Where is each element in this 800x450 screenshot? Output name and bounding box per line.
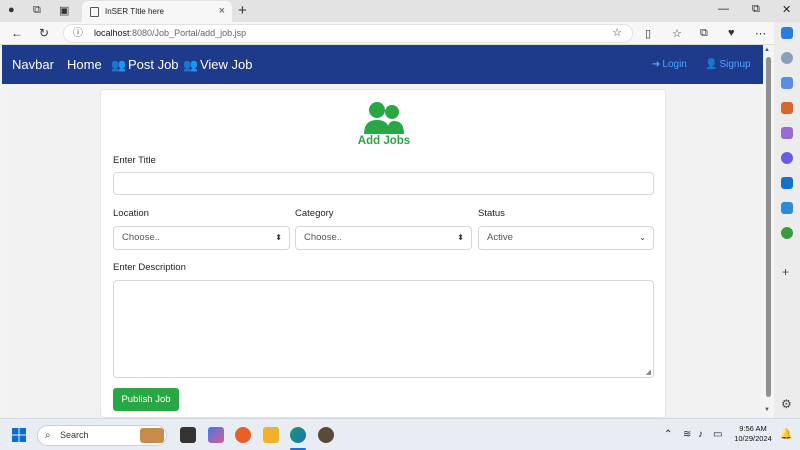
sort-arrows-icon: ⬍ bbox=[457, 233, 464, 242]
nav-view-job[interactable]: 👥 View Job bbox=[183, 57, 252, 72]
tree-icon[interactable] bbox=[781, 227, 793, 239]
task-view-icon[interactable] bbox=[180, 427, 196, 443]
volume-icon[interactable]: ♪ bbox=[698, 429, 703, 440]
clock-time: 9:56 AM bbox=[739, 424, 767, 433]
sign-in-icon: ➜ bbox=[652, 59, 661, 70]
settings-more-icon[interactable]: ⋯ bbox=[755, 27, 766, 40]
windows-taskbar: ⌕ Search ⌃ ≋ ♪ ▭ 9:56 AM 10/29/2024 🔔 bbox=[0, 418, 800, 450]
browser-tab[interactable]: InSER TItle here × bbox=[82, 1, 232, 22]
nav-login-label: Login bbox=[662, 59, 687, 70]
scroll-thumb[interactable] bbox=[766, 57, 771, 397]
shopping-icon[interactable] bbox=[781, 77, 793, 89]
tab-title: InSER TItle here bbox=[105, 7, 164, 16]
games-icon[interactable] bbox=[781, 127, 793, 139]
restore-icon[interactable]: ⧉ bbox=[752, 3, 760, 16]
add-job-card: Add Jobs Enter Title Location Choose.. ⬍… bbox=[100, 89, 666, 418]
status-select[interactable]: Active ⌄ bbox=[478, 226, 654, 250]
status-select-value: Active bbox=[487, 232, 513, 243]
show-hidden-icons-icon[interactable]: ⌃ bbox=[664, 429, 672, 440]
description-label: Enter Description bbox=[113, 262, 186, 273]
firefox-icon[interactable] bbox=[235, 427, 251, 443]
copilot-icon[interactable] bbox=[781, 27, 793, 39]
category-label: Category bbox=[295, 208, 334, 219]
location-label: Location bbox=[113, 208, 149, 219]
title-label: Enter Title bbox=[113, 155, 156, 166]
location-select[interactable]: Choose.. ⬍ bbox=[113, 226, 290, 250]
category-select[interactable]: Choose.. ⬍ bbox=[295, 226, 472, 250]
tab-close-icon[interactable]: × bbox=[219, 5, 225, 17]
status-label: Status bbox=[478, 208, 505, 219]
file-explorer-icon[interactable] bbox=[263, 427, 279, 443]
taskbar-search[interactable]: ⌕ Search bbox=[37, 425, 167, 446]
site-navbar: Navbar Home 👥 Post Job 👥 View Job ➜ Logi… bbox=[2, 45, 763, 84]
add-sidebar-icon[interactable]: + bbox=[782, 265, 789, 279]
clock-date: 10/29/2024 bbox=[734, 434, 772, 443]
edge-sidebar: + ⚙ bbox=[774, 22, 800, 418]
new-tab-icon[interactable]: + bbox=[238, 2, 247, 19]
nav-post-job[interactable]: 👥 Post Job bbox=[111, 57, 179, 72]
copilot-taskbar-icon[interactable] bbox=[208, 427, 224, 443]
nav-home[interactable]: Home bbox=[67, 57, 102, 72]
resize-grip-icon[interactable]: ◢ bbox=[646, 368, 651, 376]
title-input[interactable] bbox=[113, 172, 654, 195]
chevron-down-icon: ⌄ bbox=[639, 233, 646, 242]
wifi-icon[interactable]: ≋ bbox=[683, 429, 691, 440]
nav-login[interactable]: ➜ Login bbox=[652, 59, 687, 70]
description-textarea[interactable]: ◢ bbox=[113, 280, 654, 378]
refresh-icon[interactable]: ↻ bbox=[39, 26, 49, 40]
page-scrollbar[interactable]: ▲ ▼ bbox=[763, 45, 774, 418]
url-path: :8080/Job_Portal/add_job.jsp bbox=[129, 28, 247, 38]
scroll-up-icon[interactable]: ▲ bbox=[764, 47, 770, 53]
profile-icon[interactable]: ● bbox=[8, 4, 15, 16]
search-icon: ⌕ bbox=[45, 430, 51, 441]
taskbar-clock[interactable]: 9:56 AM 10/29/2024 bbox=[727, 424, 779, 444]
navbar-brand[interactable]: Navbar bbox=[12, 57, 54, 72]
minimize-icon[interactable]: — bbox=[718, 3, 729, 15]
back-icon[interactable]: ← bbox=[11, 26, 23, 40]
url-field[interactable]: ⓘ localhost:8080/Job_Portal/add_job.jsp … bbox=[63, 24, 633, 43]
sort-arrows-icon: ⬍ bbox=[275, 233, 282, 242]
tools-icon[interactable] bbox=[781, 102, 793, 114]
tab-actions-icon[interactable]: ▣ bbox=[59, 4, 69, 17]
user-icon: 👥 bbox=[111, 57, 126, 72]
nav-signup-label: Signup bbox=[719, 59, 751, 70]
site-info-icon[interactable]: ⓘ bbox=[73, 25, 83, 42]
battery-icon[interactable]: ▭ bbox=[713, 429, 722, 440]
nav-signup[interactable]: 👤 Signup bbox=[705, 59, 751, 70]
page-favicon-icon bbox=[90, 6, 99, 17]
notifications-icon[interactable]: 🔔 bbox=[780, 429, 792, 440]
browser-essentials-icon[interactable]: ♥ bbox=[728, 27, 735, 39]
collections-icon[interactable]: ⧉ bbox=[700, 27, 708, 40]
edge-icon[interactable] bbox=[290, 427, 306, 443]
favorite-star-icon[interactable]: ☆ bbox=[612, 25, 622, 42]
taskbar-search-placeholder: Search bbox=[60, 430, 89, 440]
windows-start-icon[interactable] bbox=[12, 428, 26, 442]
workspaces-icon[interactable]: ⧉ bbox=[33, 4, 41, 17]
search-sidebar-icon[interactable] bbox=[781, 52, 793, 64]
form-heading: Add Jobs bbox=[357, 135, 411, 147]
sidebar-settings-icon[interactable]: ⚙ bbox=[781, 397, 792, 411]
page-content: Add Jobs Enter Title Location Choose.. ⬍… bbox=[2, 84, 763, 418]
split-screen-icon[interactable]: ▯ bbox=[645, 27, 651, 40]
publish-job-button[interactable]: Publish Job bbox=[113, 388, 179, 411]
app-icon[interactable] bbox=[318, 427, 334, 443]
nav-post-job-label: Post Job bbox=[127, 57, 179, 72]
users-icon bbox=[364, 102, 404, 134]
category-select-value: Choose.. bbox=[304, 232, 343, 243]
location-select-value: Choose.. bbox=[122, 232, 161, 243]
outlook-icon[interactable] bbox=[781, 177, 793, 189]
users-icon: 👥 bbox=[183, 57, 198, 72]
scroll-down-icon[interactable]: ▼ bbox=[764, 407, 770, 413]
favorites-icon[interactable]: ☆ bbox=[672, 27, 682, 40]
user-outline-icon: 👤 bbox=[705, 59, 718, 70]
browser-tab-bar: ● ⧉ ▣ InSER TItle here × + — ⧉ ✕ bbox=[0, 0, 800, 22]
microsoft365-icon[interactable] bbox=[781, 152, 793, 164]
search-highlight-image bbox=[140, 428, 164, 443]
url-host: localhost bbox=[94, 28, 130, 38]
drop-icon[interactable] bbox=[781, 202, 793, 214]
nav-view-job-label: View Job bbox=[199, 57, 253, 72]
window-close-icon[interactable]: ✕ bbox=[782, 3, 791, 16]
